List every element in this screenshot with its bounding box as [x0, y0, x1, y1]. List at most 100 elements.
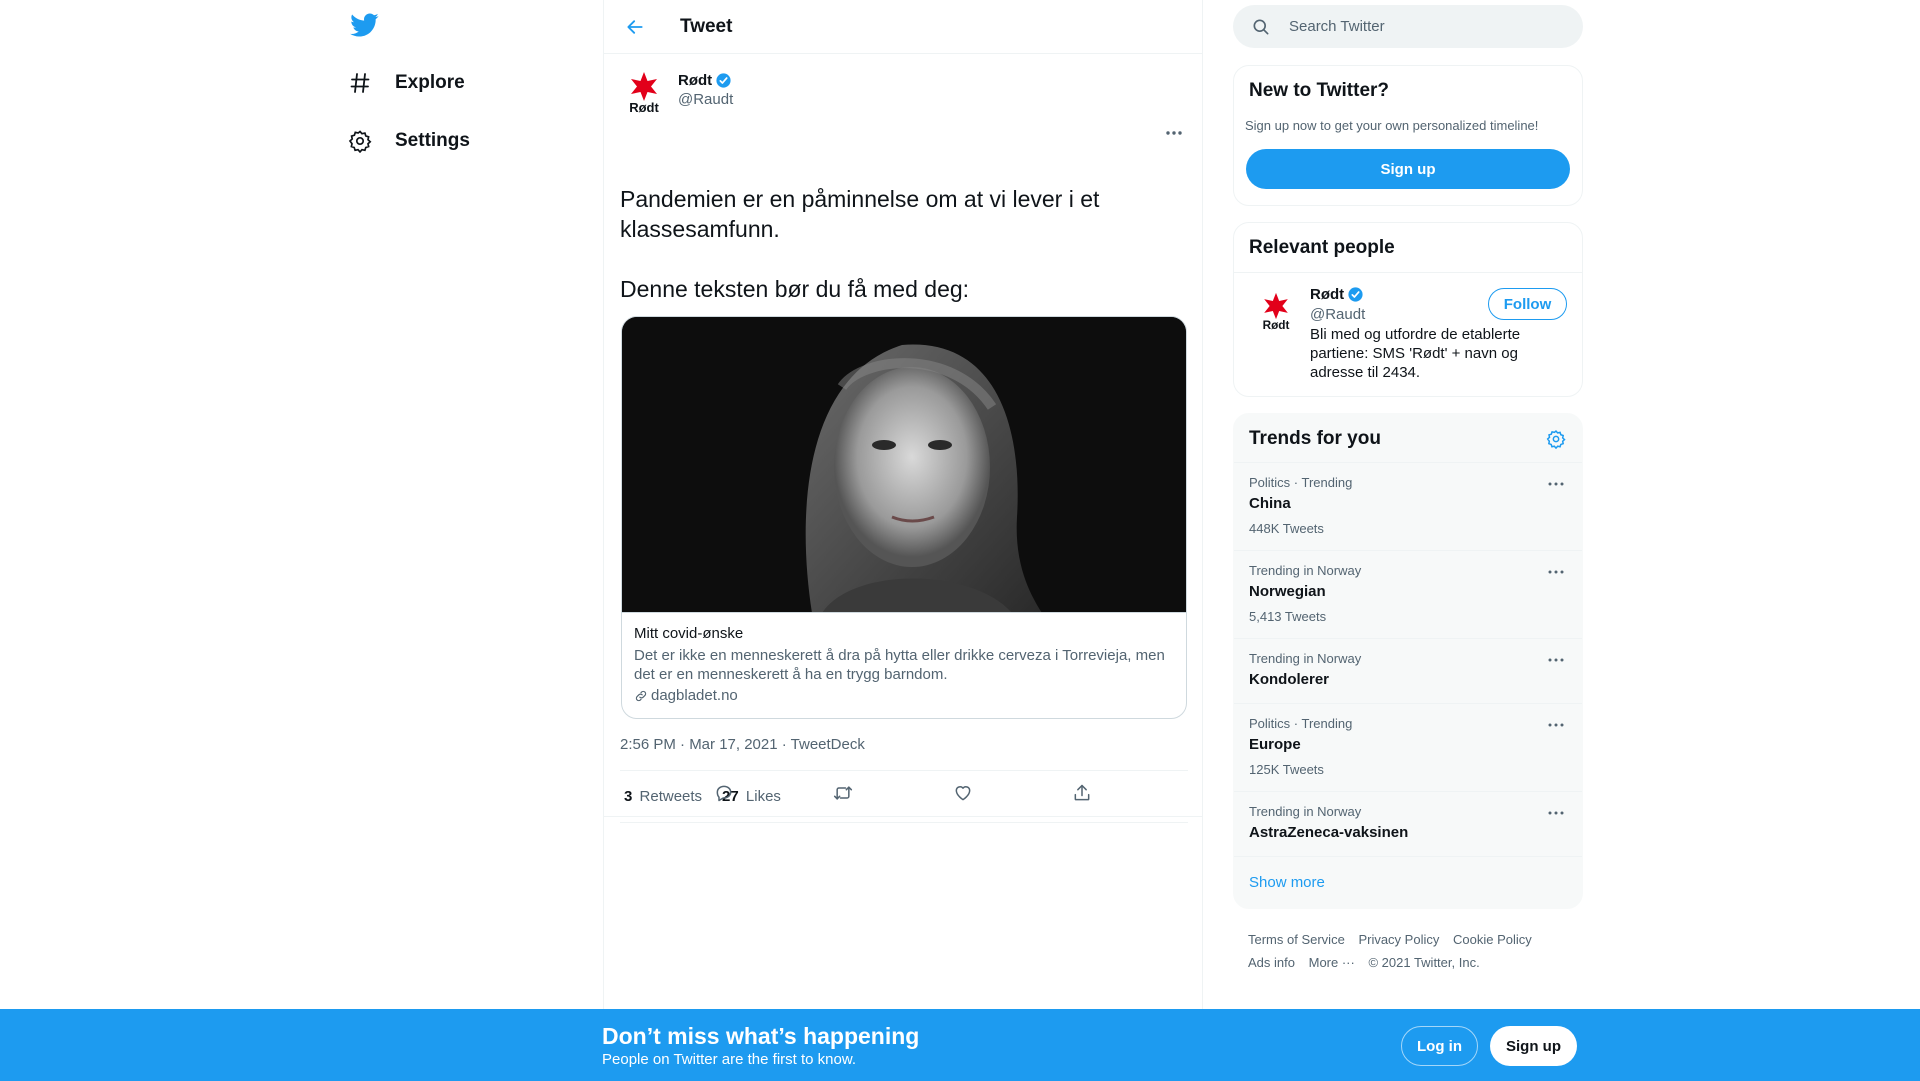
tweet-text-line: Pandemien er en påminnelse om at vi leve… — [620, 186, 1100, 242]
relevant-person[interactable]: Rødt Rødt @Raudt Bli med og utfordre de … — [1234, 273, 1582, 396]
verified-badge-icon — [1348, 287, 1363, 302]
new-to-twitter-title: New to Twitter? — [1249, 80, 1390, 101]
trend-name: Norwegian — [1249, 583, 1326, 600]
bottom-bar-title: Don’t miss what’s happening — [602, 1023, 920, 1049]
more-options-icon[interactable] — [1544, 716, 1568, 734]
trend-name: Kondolerer — [1249, 671, 1330, 688]
tweet-actions — [604, 770, 1202, 817]
trend-item[interactable]: Trending in Norway Norwegian 5,413 Tweet… — [1234, 551, 1582, 639]
relevant-people-box: Relevant people Rødt Rødt @Raudt Bli med… — [1233, 222, 1583, 397]
footer-link-more[interactable]: More ··· — [1309, 951, 1355, 974]
trend-count: 5,413 Tweets — [1249, 609, 1327, 624]
like-heart-icon[interactable] — [946, 776, 980, 810]
trend-name: Europe — [1249, 736, 1301, 753]
more-options-icon[interactable] — [1544, 804, 1568, 822]
trend-context: Trending in Norway — [1249, 651, 1362, 666]
hashtag-icon — [347, 70, 373, 96]
author-handle: @Raudt — [678, 91, 734, 108]
tweet-meta: 2:56 PM · Mar 17, 2021 · TweetDeck — [620, 736, 865, 753]
back-arrow-icon[interactable] — [618, 10, 652, 44]
trend-name: AstraZeneca-vaksinen — [1249, 824, 1409, 841]
card-description: Det er ikke en menneskerett å dra på hyt… — [634, 647, 1165, 683]
trends-title: Trends for you — [1249, 428, 1381, 449]
author-info: Rødt @Raudt — [678, 72, 733, 116]
bottom-signup-bar: Don’t miss what’s happening People on Tw… — [0, 1009, 1920, 1081]
bottom-bar-subtitle: People on Twitter are the first to know. — [602, 1051, 857, 1068]
author-name[interactable]: Rødt — [678, 72, 733, 89]
show-more-link[interactable]: Show more — [1249, 874, 1325, 891]
person-handle: @Raudt — [1310, 306, 1366, 323]
trend-item[interactable]: Trending in Norway Kondolerer — [1234, 639, 1582, 704]
avatar[interactable]: Rødt — [620, 68, 668, 116]
card-image — [622, 317, 1186, 613]
nav-item-label: Settings — [395, 130, 470, 151]
new-to-twitter-box: New to Twitter? Sign up now to get your … — [1233, 65, 1583, 206]
rodt-star-icon — [631, 72, 657, 101]
trends-box: Trends for you Politics · Trending China… — [1233, 413, 1583, 909]
avatar-logo-text: Rødt — [629, 100, 659, 114]
trend-context: Trending in Norway — [1249, 563, 1362, 578]
gear-icon — [347, 128, 373, 154]
trend-context: Politics · Trending — [1249, 475, 1353, 490]
trends-header: Trends for you — [1234, 414, 1582, 463]
relevant-people-title: Relevant people — [1249, 237, 1395, 258]
new-to-twitter-subtitle: Sign up now to get your own personalized… — [1245, 118, 1539, 133]
tweet-text-line: Denne teksten bør du få med deg: — [620, 276, 970, 302]
retweet-icon[interactable] — [826, 776, 860, 810]
person-name-text: Rødt — [1310, 286, 1345, 303]
card-body: Mitt covid-ønske Det er ikke en menneske… — [622, 613, 1186, 716]
login-button[interactable]: Log in — [1401, 1026, 1478, 1066]
tweet-header: Tweet — [604, 0, 1202, 54]
twitter-logo-icon[interactable] — [349, 10, 379, 40]
footer-link-terms[interactable]: Terms of Service — [1248, 928, 1345, 951]
trend-item[interactable]: Politics · Trending Europe 125K Tweets — [1234, 704, 1582, 792]
reply-icon[interactable] — [707, 776, 741, 810]
nav-item-settings[interactable]: Settings — [347, 116, 470, 166]
trend-item[interactable]: Politics · Trending China 448K Tweets — [1234, 463, 1582, 551]
author-name-text: Rødt — [678, 72, 713, 89]
search-input[interactable] — [1289, 18, 1549, 35]
more-options-icon[interactable] — [1544, 651, 1568, 669]
tweet-text: Pandemien er en påminnelse om at vi leve… — [620, 184, 1190, 304]
avatar-logo-text: Rødt — [1263, 318, 1290, 331]
link-card[interactable]: Mitt covid-ønske Det er ikke en menneske… — [621, 316, 1187, 719]
signup-button[interactable]: Sign up — [1246, 149, 1570, 189]
tweet-author[interactable]: Rødt Rødt @Raudt — [620, 68, 733, 116]
main-column: Tweet Rødt Rødt @Raudt Pandemien er en p — [603, 0, 1203, 1010]
tweet-source[interactable]: TweetDeck — [791, 736, 865, 753]
search-bar[interactable] — [1233, 5, 1583, 48]
page-title: Tweet — [680, 15, 733, 37]
footer-link-cookie[interactable]: Cookie Policy — [1453, 928, 1532, 951]
more-options-icon[interactable] — [1544, 475, 1568, 493]
link-icon — [635, 690, 647, 701]
trend-name: China — [1249, 495, 1291, 512]
tweet-timestamp[interactable]: 2:56 PM · Mar 17, 2021 — [620, 736, 778, 753]
verified-badge-icon — [716, 73, 731, 88]
card-title: Mitt covid-ønske — [634, 625, 744, 642]
trend-context: Politics · Trending — [1249, 716, 1353, 731]
rodt-star-icon — [1264, 292, 1288, 320]
bottom-signup-button[interactable]: Sign up — [1490, 1026, 1577, 1066]
nav-item-explore[interactable]: Explore — [347, 58, 465, 108]
follow-button[interactable]: Follow — [1488, 288, 1567, 320]
footer-links: Terms of Service Privacy Policy Cookie P… — [1248, 928, 1578, 974]
portrait-photo — [622, 317, 1186, 612]
trend-count: 448K Tweets — [1249, 521, 1324, 536]
nav-item-label: Explore — [395, 72, 465, 93]
more-options-icon[interactable] — [1160, 122, 1188, 144]
footer-copyright: © 2021 Twitter, Inc. — [1368, 955, 1480, 970]
more-options-icon[interactable] — [1544, 563, 1568, 581]
card-domain: dagbladet.no — [634, 687, 1174, 704]
footer-link-privacy[interactable]: Privacy Policy — [1358, 928, 1439, 951]
meta-separator: · — [777, 736, 791, 753]
search-icon — [1253, 19, 1269, 35]
person-bio: Bli med og utfordre de etablerte partien… — [1310, 326, 1521, 381]
person-name[interactable]: Rødt — [1310, 286, 1364, 303]
trend-context: Trending in Norway — [1249, 804, 1362, 819]
footer-link-ads-info[interactable]: Ads info — [1248, 951, 1295, 974]
gear-icon[interactable] — [1546, 429, 1566, 449]
avatar[interactable]: Rødt — [1252, 287, 1300, 335]
trend-count: 125K Tweets — [1249, 762, 1324, 777]
share-icon[interactable] — [1065, 776, 1099, 810]
trend-item[interactable]: Trending in Norway AstraZeneca-vaksinen — [1234, 792, 1582, 857]
